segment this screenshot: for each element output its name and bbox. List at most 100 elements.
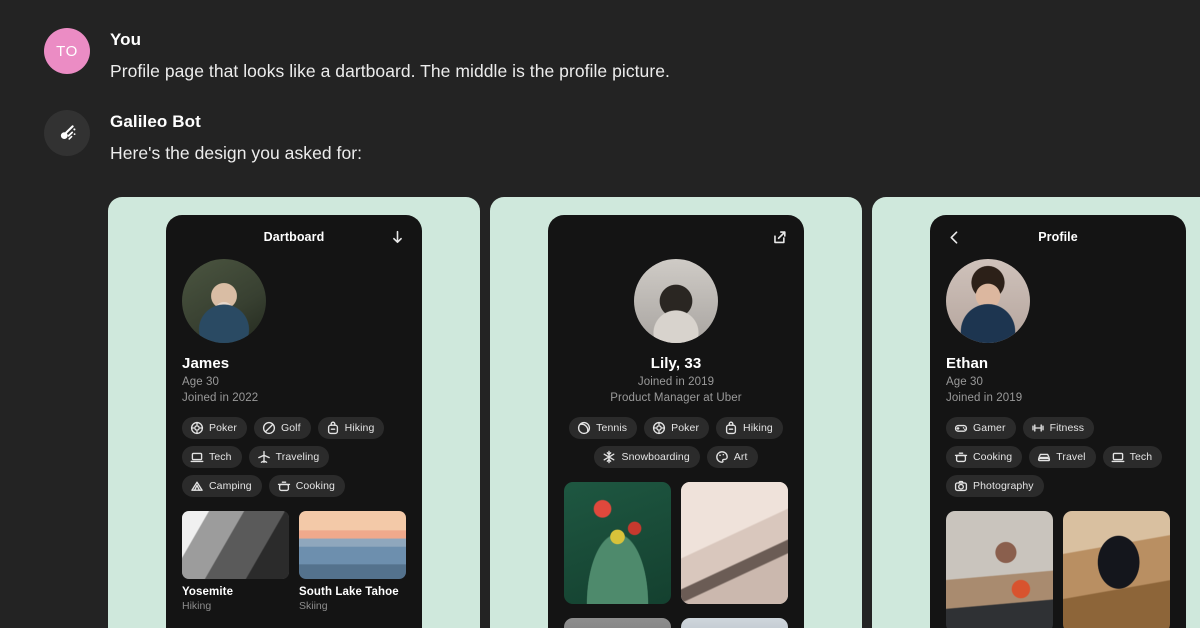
message-body: Galileo Bot Here's the design you asked … xyxy=(110,110,362,164)
interest-tag-label: Golf xyxy=(280,422,301,434)
interest-tag-label: Gamer xyxy=(973,422,1006,434)
top-bar-right-action[interactable] xyxy=(389,229,406,246)
interest-tag[interactable]: Poker xyxy=(182,417,247,439)
gamepad-icon xyxy=(954,424,968,432)
message-text: Here's the design you asked for: xyxy=(110,143,363,163)
design-panel[interactable]: Dartboard James Age 30 Joined in 2022 Po… xyxy=(108,197,480,628)
interest-tag[interactable]: Cooking xyxy=(946,446,1023,468)
avatar: TO xyxy=(44,28,90,74)
profile-line-1: Age 30 xyxy=(946,376,984,388)
tent-icon xyxy=(191,481,203,491)
gallery-item[interactable] xyxy=(1063,511,1170,628)
download-icon[interactable] xyxy=(389,229,406,246)
interest-tag-label: Snowboarding xyxy=(621,451,690,463)
profile-picture[interactable] xyxy=(634,259,718,343)
pot-icon xyxy=(954,452,968,463)
phone-title: Profile xyxy=(1038,230,1078,244)
profile-picture[interactable] xyxy=(182,259,266,343)
interest-tag[interactable]: Photography xyxy=(946,475,1044,497)
gallery-item[interactable]: Yosemite Hiking xyxy=(182,511,289,612)
gallery-caption: South Lake Tahoe xyxy=(299,586,399,598)
interest-tag[interactable]: Poker xyxy=(644,417,710,439)
gallery-thumbnail[interactable] xyxy=(1063,511,1170,628)
gallery-item[interactable] xyxy=(681,482,788,604)
profile-picture[interactable] xyxy=(946,259,1030,343)
interest-tag-label: Tennis xyxy=(596,422,628,434)
gallery-item[interactable]: South Lake Tahoe Skiing xyxy=(299,511,406,612)
tennis-ball-icon xyxy=(578,421,591,435)
gallery-item[interactable] xyxy=(946,511,1053,628)
profile-name: Lily, 33 xyxy=(650,355,702,372)
interest-tag-label: Hiking xyxy=(743,422,773,434)
interest-tag[interactable]: Art xyxy=(706,446,758,468)
interest-tag[interactable]: Fitness xyxy=(1022,417,1095,439)
profile-body: Lily, 33 Joined in 2019 Product Manager … xyxy=(548,259,804,628)
gallery-caption: Yosemite xyxy=(182,586,234,598)
airplane-icon xyxy=(257,450,270,464)
design-panel[interactable]: Lily, 33 Joined in 2019 Product Manager … xyxy=(490,197,862,628)
gallery-thumbnail[interactable] xyxy=(564,482,671,604)
gallery-item[interactable] xyxy=(564,618,671,628)
interest-tag[interactable]: Travel xyxy=(1029,446,1096,468)
interest-tag-list: Tennis Poker Hiking Snowboarding Art xyxy=(564,417,788,468)
avatar xyxy=(44,110,90,156)
interest-tag-label: Art xyxy=(733,451,748,463)
phone-top-bar: Dartboard xyxy=(166,215,422,259)
design-panel[interactable]: Profile Ethan Age 30 Joined in 2019 Game… xyxy=(872,197,1200,628)
profile-line-2: Product Manager at Uber xyxy=(610,392,742,404)
laptop-icon xyxy=(1111,452,1125,463)
interest-tag-label: Tech xyxy=(1129,451,1153,463)
phone-mockup: Profile Ethan Age 30 Joined in 2019 Game… xyxy=(930,215,1186,628)
gallery-grid: Yosemite Hiking South Lake Tahoe Skiing xyxy=(182,511,406,612)
interest-tag[interactable]: Hiking xyxy=(716,417,783,439)
profile-line-2: Joined in 2019 xyxy=(946,392,1023,404)
profile-name: James xyxy=(182,355,230,372)
interest-tag-label: Hiking xyxy=(344,422,375,434)
interest-tag[interactable]: Tennis xyxy=(569,417,638,439)
share-icon[interactable] xyxy=(771,229,788,246)
interest-tag[interactable]: Camping xyxy=(182,475,262,497)
gallery-thumbnail[interactable] xyxy=(299,511,406,579)
palette-icon xyxy=(716,451,728,463)
interest-tag-label: Poker xyxy=(671,422,700,434)
top-bar-right-action[interactable] xyxy=(771,229,788,246)
chat-thread: TO You Profile page that looks like a da… xyxy=(0,0,1200,164)
poker-chip-icon xyxy=(653,421,666,435)
back-chevron-icon[interactable] xyxy=(946,229,963,246)
car-icon xyxy=(1038,453,1051,462)
golf-ball-icon xyxy=(262,421,276,435)
interest-tag[interactable]: Tech xyxy=(182,446,242,468)
profile-line-2: Joined in 2022 xyxy=(182,392,259,404)
interest-tag[interactable]: Tech xyxy=(1102,446,1163,468)
backpack-icon xyxy=(327,421,338,435)
gallery-thumbnail[interactable] xyxy=(946,511,1053,628)
profile-body: James Age 30 Joined in 2022 Poker Golf Hik… xyxy=(166,259,422,612)
gallery-thumbnail[interactable] xyxy=(564,618,671,628)
chat-message-bot: Galileo Bot Here's the design you asked … xyxy=(44,110,1200,164)
interest-tag[interactable]: Snowboarding xyxy=(594,446,700,468)
gallery-item[interactable] xyxy=(564,482,671,604)
gallery-thumbnail[interactable] xyxy=(681,618,788,628)
phone-title: Dartboard xyxy=(263,230,325,244)
message-text: Profile page that looks like a dartboard… xyxy=(110,61,670,81)
interest-tag-label: Traveling xyxy=(275,451,320,463)
interest-tag[interactable]: Golf xyxy=(253,417,311,439)
phone-mockup: Lily, 33 Joined in 2019 Product Manager … xyxy=(548,215,804,628)
interest-tag-label: Travel xyxy=(1056,451,1086,463)
interest-tag[interactable]: Hiking xyxy=(317,417,385,439)
phone-mockup: Dartboard James Age 30 Joined in 2022 Po… xyxy=(166,215,422,628)
gallery-thumbnail[interactable] xyxy=(182,511,289,579)
design-results-strip: Dartboard James Age 30 Joined in 2022 Po… xyxy=(108,197,1200,628)
gallery-subcaption: Hiking xyxy=(182,600,212,612)
gallery-item[interactable] xyxy=(681,618,788,628)
avatar-initials: TO xyxy=(56,42,78,60)
interest-tag-label: Fitness xyxy=(1049,422,1085,434)
phone-top-bar: Profile xyxy=(930,215,1186,259)
interest-tag[interactable]: Traveling xyxy=(248,446,330,468)
interest-tag[interactable]: Cooking xyxy=(268,475,345,497)
pot-icon xyxy=(277,481,290,492)
top-bar-left-action[interactable] xyxy=(946,229,963,246)
interest-tag[interactable]: Gamer xyxy=(946,417,1016,439)
profile-body: Ethan Age 30 Joined in 2019 Gamer Fitness… xyxy=(930,259,1186,628)
gallery-thumbnail[interactable] xyxy=(681,482,788,604)
